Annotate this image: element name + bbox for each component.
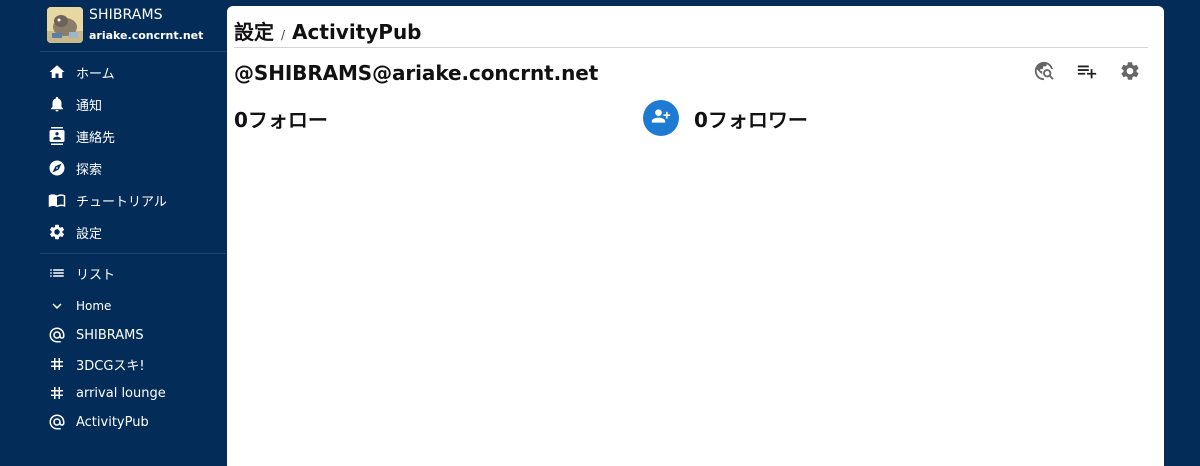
breadcrumb-separator: /	[281, 28, 286, 42]
sidebar-item-label: ActivityPub	[76, 414, 149, 430]
profile-name: SHIBRAMS	[89, 7, 163, 23]
bell-icon	[48, 95, 66, 113]
profile-card[interactable]: SHIBRAMS ariake.concrnt.net	[47, 7, 203, 44]
sidebar-item-notifications[interactable]: 通知	[40, 89, 226, 119]
sidebar-item-lists[interactable]: リスト	[40, 258, 226, 288]
breadcrumb: 設定 / ActivityPub	[234, 16, 422, 45]
sidebar-item-label: リスト	[76, 267, 116, 283]
sidebar-item-label: SHIBRAMS	[76, 327, 144, 343]
sidebar-item-label: ホーム	[76, 66, 115, 82]
sidebar-divider	[40, 51, 226, 52]
sidebar-item-stream[interactable]: ActivityPub	[40, 407, 226, 437]
main-panel: 設定 / ActivityPub @SHIBRAMS@ariake.concrn…	[227, 6, 1164, 466]
sidebar-item-stream[interactable]: 3DCGスキ!	[40, 349, 226, 379]
sidebar: SHIBRAMS ariake.concrnt.net ホーム 通知 連絡先 探…	[0, 0, 226, 466]
avatar	[47, 7, 83, 43]
sidebar-item-label: チュートリアル	[76, 194, 167, 210]
followers-count: 0フォロワー	[694, 108, 808, 132]
sidebar-item-label: 設定	[76, 226, 103, 242]
home-icon	[48, 63, 66, 81]
person-add-icon	[651, 106, 671, 130]
sidebar-group-label: Home	[76, 299, 112, 313]
sidebar-item-label: 3DCGスキ!	[76, 358, 145, 374]
sidebar-item-home[interactable]: ホーム	[40, 57, 226, 87]
breadcrumb-parent[interactable]: 設定	[234, 16, 274, 45]
list-icon	[48, 264, 66, 282]
travel-explore-icon	[1033, 60, 1055, 86]
account-handle: @SHIBRAMS@ariake.concrnt.net	[234, 61, 599, 85]
at-icon	[48, 326, 66, 344]
sidebar-group-home[interactable]: Home	[40, 291, 226, 321]
at-icon	[48, 413, 66, 431]
contacts-icon	[48, 127, 66, 145]
gear-icon	[1119, 60, 1141, 86]
sidebar-item-stream[interactable]: arrival lounge	[40, 378, 226, 408]
sidebar-item-label: 探索	[76, 162, 103, 178]
playlist-add-icon	[1076, 60, 1098, 86]
sidebar-item-settings[interactable]: 設定	[40, 217, 226, 247]
gear-icon	[48, 223, 66, 241]
sidebar-item-label: 連絡先	[76, 130, 116, 146]
book-icon	[48, 191, 66, 209]
add-list-button[interactable]	[1075, 61, 1099, 85]
header-divider	[234, 47, 1148, 48]
sidebar-item-explore[interactable]: 探索	[40, 153, 226, 183]
settings-button[interactable]	[1118, 61, 1142, 85]
following-count: 0フォロー	[234, 108, 328, 132]
sidebar-item-label: arrival lounge	[76, 385, 166, 401]
lookup-button[interactable]	[1032, 61, 1056, 85]
chevron-down-icon	[48, 297, 66, 315]
page-title: ActivityPub	[292, 20, 422, 44]
sidebar-item-label: 通知	[76, 98, 103, 114]
sidebar-item-contacts[interactable]: 連絡先	[40, 121, 226, 151]
sidebar-divider	[40, 253, 226, 254]
hash-icon	[48, 355, 66, 373]
sidebar-item-tutorial[interactable]: チュートリアル	[40, 185, 226, 215]
profile-host: ariake.concrnt.net	[89, 29, 204, 42]
sidebar-item-stream[interactable]: SHIBRAMS	[40, 320, 226, 350]
hash-icon	[48, 384, 66, 402]
compass-icon	[48, 159, 66, 177]
follow-button[interactable]	[643, 100, 679, 136]
